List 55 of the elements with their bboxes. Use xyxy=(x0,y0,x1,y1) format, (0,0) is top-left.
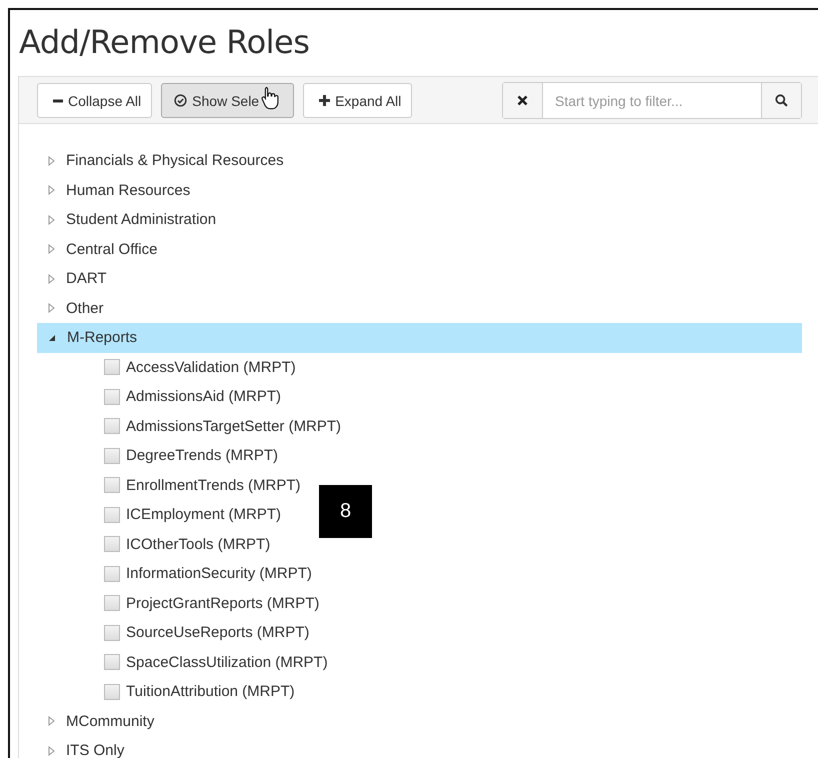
role-label: EnrollmentTrends (MRPT) xyxy=(126,476,300,494)
tree-node[interactable]: Human Resources xyxy=(37,176,802,205)
checkbox[interactable] xyxy=(104,684,120,700)
tree-node[interactable]: MCommunity xyxy=(37,706,802,736)
tree-node[interactable]: Student Administration xyxy=(37,205,802,234)
role-label: DegreeTrends (MRPT) xyxy=(126,447,278,464)
role-label: TuitionAttribution (MRPT) xyxy=(126,683,295,700)
search-icon xyxy=(775,94,788,107)
collapsed-triangle-icon xyxy=(48,244,55,254)
checkbox[interactable] xyxy=(104,388,120,405)
page-title: Add/Remove Roles xyxy=(18,22,310,63)
checkbox[interactable] xyxy=(104,418,120,434)
checkbox[interactable] xyxy=(104,536,120,552)
role-label: AdmissionsAid (MRPT) xyxy=(126,388,282,406)
filter-field[interactable]: Start typing to filter... xyxy=(502,82,802,119)
check-circle-icon xyxy=(174,94,188,107)
collapsed-triangle-icon xyxy=(48,214,55,225)
checkbox[interactable] xyxy=(104,448,120,464)
toolbar-button[interactable]: Show Sele xyxy=(161,83,294,118)
checkbox[interactable] xyxy=(104,566,120,582)
collapsed-triangle-icon xyxy=(48,303,55,314)
hand-cursor-icon xyxy=(261,86,280,110)
role-label: InformationSecurity (MRPT) xyxy=(126,565,312,582)
tree-node[interactable]: Other xyxy=(37,294,802,323)
tree-node[interactable]: DART xyxy=(37,264,802,294)
checkbox[interactable] xyxy=(104,477,120,494)
checkbox[interactable] xyxy=(104,506,120,523)
plus-icon xyxy=(319,95,330,106)
step-callout: 8 xyxy=(319,485,372,538)
tree-node[interactable]: Central Office xyxy=(37,234,802,264)
expanded-triangle-icon xyxy=(48,334,56,342)
collapsed-triangle-icon xyxy=(48,716,55,726)
toolbar-button[interactable]: Expand All xyxy=(303,83,412,118)
checkbox[interactable] xyxy=(104,595,120,612)
clear-filter-button[interactable] xyxy=(503,83,543,118)
role-label: AccessValidation (MRPT) xyxy=(126,358,296,376)
collapsed-triangle-icon xyxy=(48,274,55,284)
role-label: SpaceClassUtilization (MRPT) xyxy=(126,654,328,671)
tree-node[interactable]: ITS Only xyxy=(37,736,802,758)
collapsed-triangle-icon xyxy=(48,746,55,756)
checkbox[interactable] xyxy=(104,624,120,641)
role-label: SourceUseReports (MRPT) xyxy=(126,624,310,642)
checkbox[interactable] xyxy=(104,654,120,670)
role-label: ICEmployment (MRPT) xyxy=(126,506,282,524)
close-icon xyxy=(517,95,528,106)
search-button[interactable] xyxy=(761,83,801,118)
role-label: ProjectGrantReports (MRPT) xyxy=(126,594,320,612)
role-label: ICOtherTools (MRPT) xyxy=(126,536,270,553)
checkbox[interactable] xyxy=(104,359,120,376)
tree-node[interactable]: M-Reports xyxy=(37,323,802,352)
collapsed-triangle-icon xyxy=(48,185,55,196)
collapsed-triangle-icon xyxy=(48,156,55,166)
role-label: AdmissionsTargetSetter (MRPT) xyxy=(126,418,342,435)
toolbar-button[interactable]: Collapse All xyxy=(37,83,152,118)
tree-node[interactable]: Financials & Physical Resources xyxy=(37,146,802,176)
